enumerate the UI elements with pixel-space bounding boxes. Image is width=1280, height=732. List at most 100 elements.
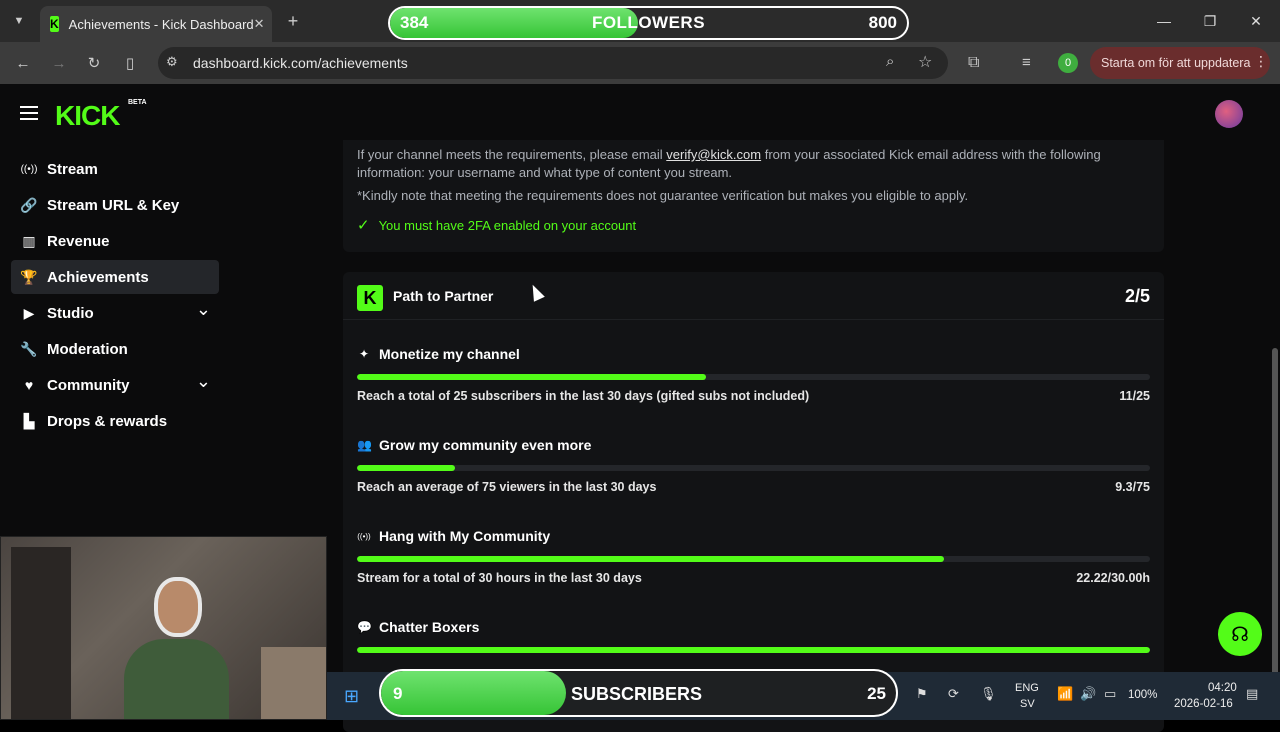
minimize-button[interactable]: — [1144, 8, 1184, 34]
sidebar-item-community[interactable]: ♥ Community ⌄ [11, 368, 219, 402]
chevron-down-icon[interactable]: ⌄ [196, 299, 211, 320]
support-chat-button[interactable]: ☊ [1218, 612, 1262, 656]
wrench-icon: 🔧 [20, 340, 38, 357]
profile-badge[interactable]: 0 [1058, 53, 1078, 73]
restore-button[interactable]: ❐ [1190, 8, 1230, 34]
zoom-icon[interactable]: ⌕ [886, 53, 894, 70]
achievement-progress-track [357, 374, 1150, 380]
webcam-overlay [0, 536, 327, 720]
bar-chart-icon: ▙ [23, 412, 35, 429]
address-bar[interactable]: ⚙ dashboard.kick.com/achievements ⌕ ☆ [158, 47, 948, 79]
achievement-progress-track [357, 556, 1150, 562]
achievement-title: Hang with My Community [379, 528, 551, 544]
sidebar-item-label: Stream URL & Key [47, 196, 180, 214]
path-to-partner-progress: 2/5 [1124, 286, 1150, 306]
kick-logo[interactable]: KICK [55, 100, 120, 132]
chart-icon: ▥ [22, 232, 36, 249]
verification-card: If your channel meets the requirements, … [343, 140, 1164, 252]
sidebar-item-revenue[interactable]: ▥ Revenue [11, 224, 219, 258]
keyboard-layout-indicator[interactable]: SV [1020, 698, 1035, 710]
achievement-progress-track [357, 465, 1150, 471]
split-view-icon[interactable]: ▯ [119, 52, 141, 74]
volume-icon[interactable]: 🔊 [1080, 686, 1096, 702]
close-window-button[interactable]: ✕ [1236, 8, 1276, 34]
windows-start-icon[interactable]: ⊞ [344, 686, 359, 707]
path-to-partner-title: Path to Partner [393, 288, 494, 304]
sidebar-item-achievements[interactable]: 🏆 Achievements [11, 260, 219, 294]
sidebar-item-studio[interactable]: ▶ Studio ⌄ [11, 296, 219, 330]
new-tab-button[interactable]: + [282, 10, 304, 32]
webcam-person-head [154, 577, 202, 637]
subscribers-label: SUBSCRIBERS [571, 684, 703, 704]
webcam-person [119, 577, 229, 719]
followers-label: FOLLOWERS [591, 13, 706, 32]
beta-badge: BETA [128, 99, 147, 106]
achievement-item: ((•)) Hang with My Community Stream for a … [357, 528, 1150, 598]
sidebar-item-label: Drops & rewards [47, 412, 168, 430]
trophy-icon: 🏆 [20, 268, 38, 285]
url-text[interactable]: dashboard.kick.com/achievements [193, 55, 408, 71]
back-icon[interactable]: ← [12, 52, 34, 74]
subscribers-current: 9 [393, 684, 403, 703]
achievement-title: Chatter Boxers [379, 619, 480, 635]
sidebar-item-stream[interactable]: ((•)) Stream [11, 152, 219, 186]
extensions-icon[interactable]: ⧉ [968, 54, 979, 72]
app-tray-icon[interactable]: ⚑ [916, 686, 928, 702]
video-icon: ▶ [23, 304, 35, 321]
active-tab[interactable]: K Achievements - Kick Dashboard ✕ [40, 6, 272, 42]
sidebar-item-moderation[interactable]: 🔧 Moderation [11, 332, 219, 366]
achievement-progress-fill [357, 374, 706, 380]
sidebar-item-label: Moderation [47, 340, 128, 358]
sidebar-item-label: Revenue [47, 232, 110, 250]
path-to-partner-card: K Path to Partner 2/5 ✦ Monetize my chann… [343, 272, 1164, 732]
heart-icon: ♥ [24, 377, 34, 393]
verify-email-link[interactable]: verify@kick.com [666, 147, 761, 162]
clock-time[interactable]: 04:20 [1208, 682, 1237, 694]
wifi-icon[interactable]: 📶 [1057, 686, 1073, 702]
check-icon: ✓ [357, 217, 370, 234]
broadcast-icon: ((•)) [20, 163, 38, 175]
language-indicator[interactable]: ENG [1015, 682, 1039, 694]
achievement-item: 👥 Grow my community even more Reach an ave… [357, 437, 1150, 507]
sidebar-item-drops-rewards[interactable]: ▙ Drops & rewards [11, 404, 219, 438]
battery-icon[interactable]: ▭ [1104, 686, 1116, 702]
achievement-title: Monetize my channel [379, 346, 520, 362]
microphone-icon[interactable]: 🎙 [980, 686, 997, 702]
tab-title: Achievements - Kick Dashboard [68, 16, 254, 32]
webcam-background-door [11, 547, 71, 719]
twofa-requirement-text: You must have 2FA enabled on your accoun… [378, 217, 637, 233]
page-scrollbar[interactable] [1272, 348, 1278, 708]
sidebar-item-label: Studio [47, 304, 94, 322]
more-menu-icon[interactable]: ⋮ [1254, 53, 1268, 70]
chevron-down-icon[interactable]: ⌄ [196, 371, 211, 392]
achievement-progress-track [357, 647, 1150, 653]
reload-icon[interactable]: ↻ [83, 52, 105, 74]
clock-date[interactable]: 2026-02-16 [1174, 698, 1233, 710]
bookmark-star-icon[interactable]: ☆ [918, 52, 932, 72]
followers-goal-overlay: 384 FOLLOWERS 800 [388, 6, 909, 40]
followers-goal: 800 [868, 13, 897, 32]
update-browser-button[interactable]: Starta om för att uppdatera [1090, 47, 1270, 79]
link-icon: 🔗 [20, 196, 38, 213]
chat-icon: 💬 [357, 620, 372, 634]
sidebar-item-stream-url-key[interactable]: 🔗 Stream URL & Key [11, 188, 219, 222]
sync-icon[interactable]: ⟳ [948, 686, 959, 702]
sidebar-item-label: Community [47, 376, 130, 394]
tab-close-icon[interactable]: ✕ [254, 16, 265, 32]
achievement-value: 22.22/30.00h [1076, 571, 1150, 585]
achievement-title-row: ✦ Monetize my channel [357, 346, 520, 362]
webcam-person-body [124, 639, 229, 719]
avatar[interactable] [1215, 100, 1243, 128]
site-info-icon[interactable]: ⚙ [166, 54, 178, 70]
menu-icon[interactable] [20, 106, 38, 120]
media-controls-icon[interactable]: ≡ [1022, 54, 1031, 71]
achievement-progress-fill [357, 647, 1150, 653]
tab-search-dropdown-icon[interactable]: ▼ [8, 10, 30, 32]
forward-icon[interactable]: → [48, 52, 70, 74]
verification-text-before: If your channel meets the requirements, … [357, 147, 667, 162]
sidebar-item-label: Stream [47, 160, 98, 178]
achievement-item: ✦ Monetize my channel Reach a total of 25 … [357, 346, 1150, 416]
achievement-value: 9.3/75 [1115, 480, 1150, 494]
webcam-background-shelf [261, 647, 326, 719]
notification-icon[interactable]: ▤ [1246, 686, 1258, 702]
